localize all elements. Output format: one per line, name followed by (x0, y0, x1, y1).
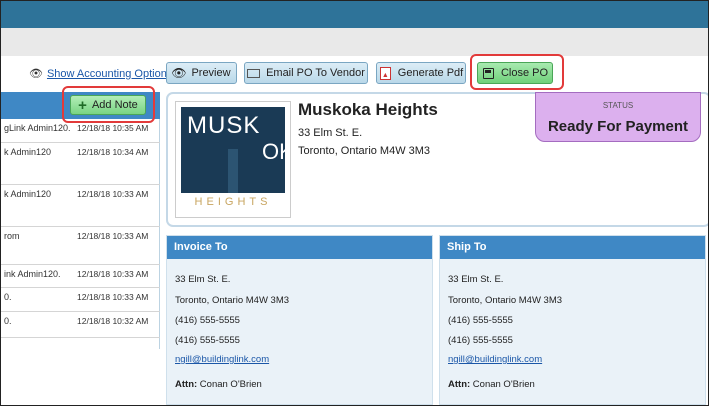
pdf-icon: ▲ (379, 66, 392, 80)
generate-pdf-button[interactable]: ▲ Generate Pdf (376, 62, 466, 84)
show-accounting-options[interactable]: 👁 Show Accounting Options (29, 67, 172, 81)
list-item[interactable]: k Admin120 12/18/18 10:33 AM (1, 185, 160, 227)
ship-street: 33 Elm St. E. (448, 274, 504, 285)
ship-attn-label: Attn: (448, 379, 471, 390)
note-author: k Admin120 (4, 189, 52, 199)
status-badge: STATUS Ready For Payment (535, 92, 701, 142)
note-time: 12/18/18 10:33 AM (77, 189, 149, 199)
add-note-highlight (62, 86, 155, 123)
preview-label: Preview (191, 67, 231, 79)
list-item[interactable]: k Admin120 12/18/18 10:34 AM (1, 143, 160, 185)
logo-text-side: OKA (262, 139, 285, 164)
note-time: 12/18/18 10:34 AM (77, 147, 149, 157)
email-po-label: Email PO To Vendor (266, 67, 365, 79)
ship-phone1: (416) 555-5555 (448, 315, 513, 326)
note-time: 12/18/18 10:33 AM (77, 292, 149, 302)
note-author: gLink Admin120. (4, 123, 71, 133)
ship-attn-name: Conan O'Brien (472, 379, 535, 390)
logo-text-top: MUSK (187, 112, 261, 139)
ship-attn: Attn: Conan O'Brien (448, 379, 535, 390)
invoice-street: 33 Elm St. E. (175, 274, 231, 285)
invoice-attn-name: Conan O'Brien (199, 379, 262, 390)
note-time: 12/18/18 10:35 AM (77, 123, 149, 133)
list-item[interactable]: rom 12/18/18 10:33 AM (1, 227, 160, 265)
list-item[interactable]: ink Admin120. 12/18/18 10:33 AM (1, 265, 160, 288)
note-time: 12/18/18 10:33 AM (77, 231, 149, 241)
app-window: 👁 Show Accounting Options 👁 Preview Emai… (0, 0, 709, 406)
status-value: Ready For Payment (547, 118, 689, 135)
note-author: k Admin120 (4, 147, 52, 157)
close-po-highlight (470, 54, 564, 90)
notes-panel: gLink Admin120. 12/18/18 10:35 AM k Admi… (1, 92, 160, 349)
logo-tower-graphic (228, 149, 238, 199)
invoice-email-link[interactable]: ngill@buildinglink.com (175, 354, 269, 365)
top-bar (1, 1, 708, 28)
note-author: ink Admin120. (4, 269, 61, 279)
invoice-phone2: (416) 555-5555 (175, 335, 240, 346)
ship-to-title: Ship To (440, 236, 705, 259)
invoice-attn-label: Attn: (175, 379, 198, 390)
note-author: 0. (4, 292, 12, 302)
status-label: STATUS (602, 101, 634, 110)
invoice-phone1: (416) 555-5555 (175, 315, 240, 326)
accounting-link[interactable]: Show Accounting Options (47, 68, 172, 80)
building-address-line1: 33 Elm St. E. (298, 127, 363, 139)
logo-text-bottom: HEIGHTS (181, 193, 285, 212)
list-item[interactable]: 0. 12/18/18 10:33 AM (1, 288, 160, 312)
note-time: 12/18/18 10:33 AM (77, 269, 149, 279)
building-logo: MUSK OKA HEIGHTS (175, 101, 291, 218)
note-author: 0. (4, 316, 12, 326)
note-time: 12/18/18 10:32 AM (77, 316, 149, 326)
invoice-city: Toronto, Ontario M4W 3M3 (175, 295, 290, 306)
ship-email-link[interactable]: ngill@buildinglink.com (448, 354, 542, 365)
generate-pdf-label: Generate Pdf (397, 67, 464, 79)
ship-city: Toronto, Ontario M4W 3M3 (448, 295, 563, 306)
building-name: Muskoka Heights (298, 100, 438, 119)
list-item[interactable]: 0. 12/18/18 10:32 AM (1, 312, 160, 338)
invoice-attn: Attn: Conan O'Brien (175, 379, 262, 390)
note-author: rom (4, 231, 20, 241)
preview-button[interactable]: 👁 Preview (166, 62, 237, 84)
invoice-to-title: Invoice To (167, 236, 432, 259)
envelope-icon (247, 68, 261, 79)
ship-phone2: (416) 555-5555 (448, 335, 513, 346)
invoice-to-section: Invoice To 33 Elm St. E. Toronto, Ontari… (166, 235, 433, 405)
sub-header-band (1, 28, 708, 56)
building-address-line2: Toronto, Ontario M4W 3M3 (298, 145, 431, 157)
email-po-button[interactable]: Email PO To Vendor (244, 62, 368, 84)
ship-to-section: Ship To 33 Elm St. E. Toronto, Ontario M… (439, 235, 706, 405)
eye-icon: 👁 (171, 66, 187, 80)
eye-icon: 👁 (29, 68, 43, 80)
